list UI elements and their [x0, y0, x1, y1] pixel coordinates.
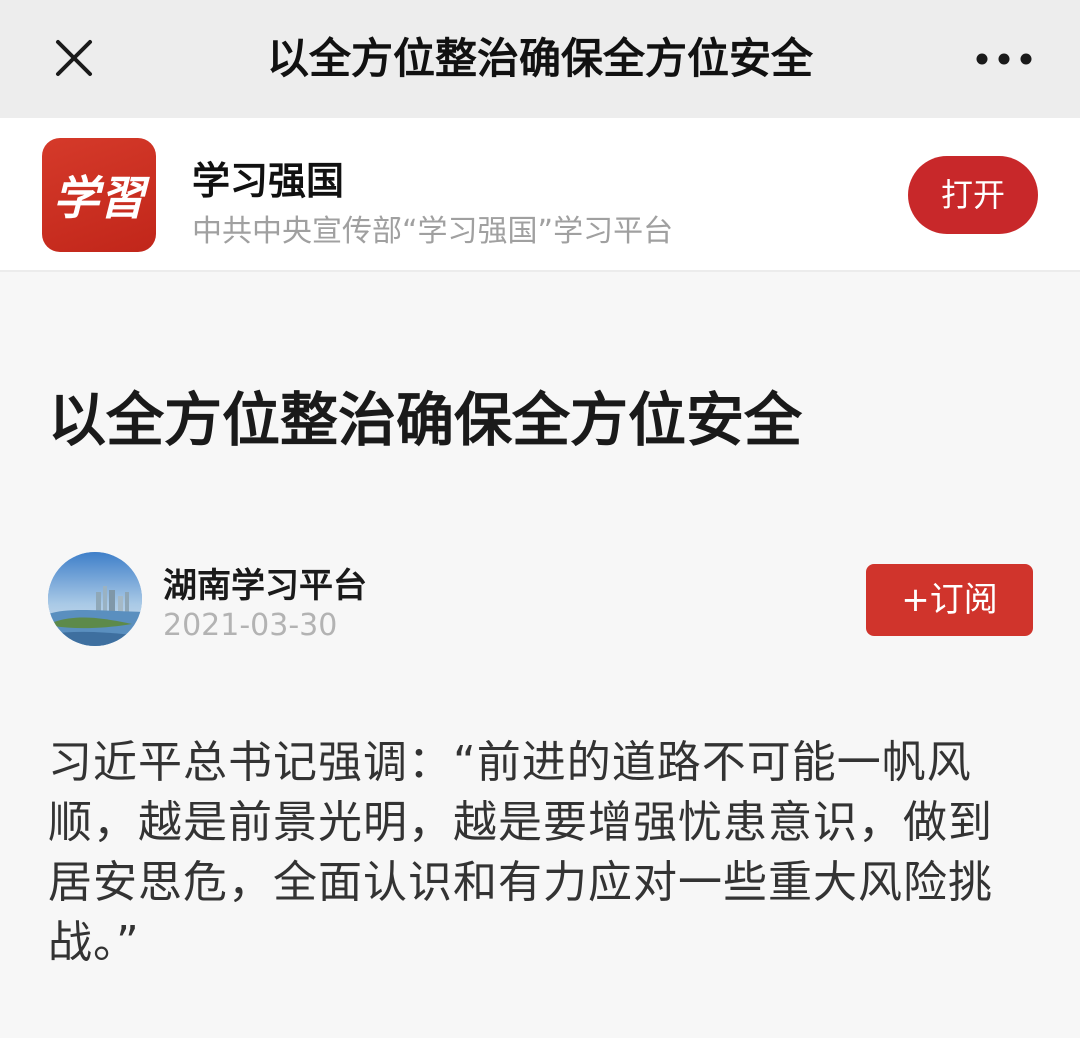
close-icon[interactable]: [46, 30, 102, 86]
article-paragraph-line: 习近平总书记强调：“前进的道路不可能一帆风: [48, 737, 972, 788]
author-avatar[interactable]: [48, 552, 142, 646]
article-paragraph-line: 顺，越是前景光明，越是要增强忧患意识，做到: [48, 797, 993, 848]
article-paragraph-line: 战。”: [48, 917, 140, 968]
article-body: 习近平总书记强调：“前进的道路不可能一帆风 顺，越是前景光明，越是要增强忧患意识…: [48, 733, 1038, 973]
page-title: 以全方位整治确保全方位安全: [266, 34, 813, 83]
open-app-button[interactable]: 打开: [908, 156, 1038, 234]
author-name[interactable]: 湖南学习平台: [163, 558, 367, 607]
subscribe-button[interactable]: +订阅: [866, 564, 1033, 636]
app-name: 学习强国: [192, 159, 345, 203]
app-logo-text: 学習: [53, 171, 150, 225]
navbar: 以全方位整治确保全方位安全: [0, 0, 1080, 118]
more-icon[interactable]: [972, 42, 1036, 76]
app-logo[interactable]: 学習: [42, 138, 156, 252]
publish-date: 2021-03-30: [163, 608, 338, 643]
app-description: 中共中央宣传部“学习强国”学习平台: [192, 214, 674, 249]
article-title: 以全方位整治确保全方位安全: [48, 386, 803, 454]
app-banner: 学習 学习强国 中共中央宣传部“学习强国”学习平台 打开: [0, 118, 1080, 272]
article-paragraph-line: 居安思危，全面认识和有力应对一些重大风险挑: [48, 857, 993, 908]
